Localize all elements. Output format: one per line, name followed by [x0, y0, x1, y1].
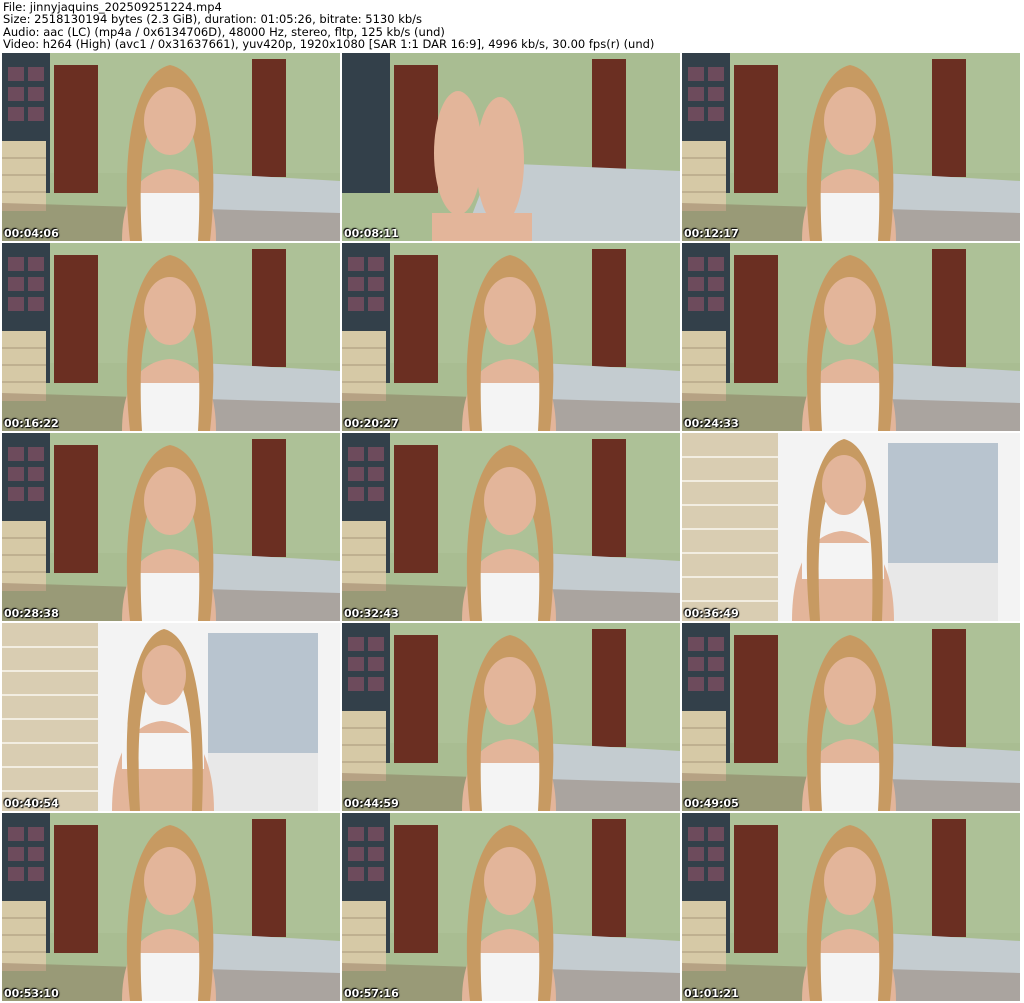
thumbnail-frame-image — [342, 433, 680, 621]
thumbnail-timestamp: 00:36:49 — [684, 607, 739, 620]
thumbnail-frame-image — [2, 623, 340, 811]
thumbnail-timestamp: 00:53:10 — [4, 987, 59, 1000]
thumbnail-frame-image — [342, 813, 680, 1001]
video-thumbnail[interactable]: 00:16:22 — [2, 243, 340, 431]
video-thumbnail[interactable]: 00:24:33 — [682, 243, 1020, 431]
video-thumbnail[interactable]: 00:36:49 — [682, 433, 1020, 621]
file-size-line: Size: 2518130194 bytes (2.3 GiB), durati… — [3, 12, 423, 27]
thumbnail-frame-image — [342, 243, 680, 431]
thumbnail-frame-image — [682, 433, 1020, 621]
thumbnail-frame-image — [2, 433, 340, 621]
video-thumbnail[interactable]: 00:28:38 — [2, 433, 340, 621]
thumbnail-timestamp: 00:20:27 — [344, 417, 399, 430]
thumbnail-frame-image — [2, 813, 340, 1001]
thumbnail-grid: 00:04:06 00:08:11 00:12:17 00:16:22 00:2… — [2, 53, 1022, 1001]
video-thumbnail[interactable]: 00:32:43 — [342, 433, 680, 621]
thumbnail-frame-image — [342, 53, 680, 241]
thumbnail-timestamp: 00:44:59 — [344, 797, 399, 810]
thumbnail-frame-image — [682, 813, 1020, 1001]
thumbnail-timestamp: 00:04:06 — [4, 227, 59, 240]
video-thumbnail[interactable]: 00:44:59 — [342, 623, 680, 811]
video-thumbnail[interactable]: 00:40:54 — [2, 623, 340, 811]
thumbnail-frame-image — [682, 623, 1020, 811]
video-thumbnail[interactable]: 00:08:11 — [342, 53, 680, 241]
thumbnail-timestamp: 00:40:54 — [4, 797, 59, 810]
thumbnail-timestamp: 00:24:33 — [684, 417, 739, 430]
thumbnail-frame-image — [342, 623, 680, 811]
thumbnail-timestamp: 00:16:22 — [4, 417, 59, 430]
thumbnail-timestamp: 00:49:05 — [684, 797, 739, 810]
thumbnail-timestamp: 00:12:17 — [684, 227, 739, 240]
thumbnail-timestamp: 00:08:11 — [344, 227, 399, 240]
thumbnail-timestamp: 01:01:21 — [684, 987, 739, 1000]
thumbnail-frame-image — [2, 53, 340, 241]
thumbnail-frame-image — [682, 53, 1020, 241]
thumbnail-frame-image — [2, 243, 340, 431]
video-thumbnail[interactable]: 00:49:05 — [682, 623, 1020, 811]
thumbnail-frame-image — [682, 243, 1020, 431]
video-thumbnail[interactable]: 00:12:17 — [682, 53, 1020, 241]
file-info-header: File: jinnyjaquins_202509251224.mp4 Size… — [3, 1, 1021, 51]
thumbnail-timestamp: 00:32:43 — [344, 607, 399, 620]
video-thumbnail[interactable]: 00:57:16 — [342, 813, 680, 1001]
thumbnail-timestamp: 00:28:38 — [4, 607, 59, 620]
video-thumbnail[interactable]: 00:53:10 — [2, 813, 340, 1001]
video-thumbnail[interactable]: 00:20:27 — [342, 243, 680, 431]
thumbnail-timestamp: 00:57:16 — [344, 987, 399, 1000]
video-thumbnail[interactable]: 01:01:21 — [682, 813, 1020, 1001]
video-info-line: Video: h264 (High) (avc1 / 0x31637661), … — [3, 37, 655, 52]
video-thumbnail[interactable]: 00:04:06 — [2, 53, 340, 241]
